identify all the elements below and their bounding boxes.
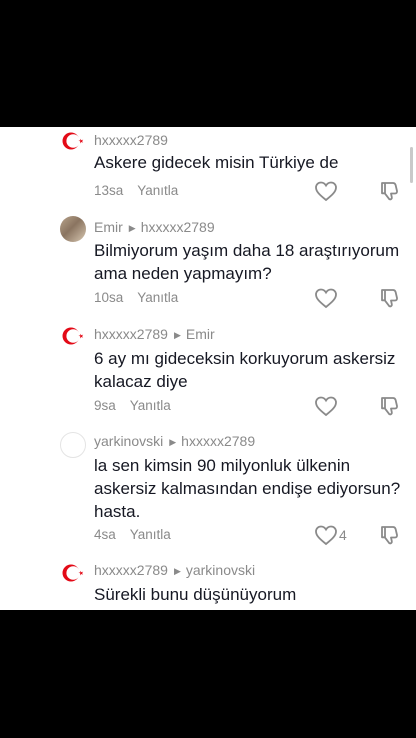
heart-icon[interactable] — [314, 180, 338, 202]
scrollbar[interactable] — [410, 147, 413, 183]
timestamp: 4sa — [94, 527, 116, 542]
timestamp: 9sa — [94, 398, 116, 413]
reply-to-username[interactable]: yarkinovski — [186, 562, 255, 578]
turkish-flag-avatar-icon — [62, 327, 84, 345]
turkish-flag-avatar-icon — [62, 564, 84, 582]
reply-to-username[interactable]: Emir — [186, 326, 215, 342]
dislike-icon[interactable] — [378, 287, 400, 309]
like-count: 4 — [339, 527, 347, 543]
comment-footer: 10sa Yanıtla — [94, 290, 178, 305]
reply-button[interactable]: Yanıtla — [137, 290, 178, 305]
reply-button[interactable]: Yanıtla — [130, 398, 171, 413]
dislike-icon[interactable] — [378, 395, 400, 417]
comment-text: Askere gidecek misin Türkiye de — [94, 153, 339, 172]
comment-meta: hxxxxx2789 ▶ yarkinovski — [94, 562, 255, 578]
turkish-flag-avatar-icon — [62, 132, 84, 150]
comment-footer: 9sa Yanıtla — [94, 398, 171, 413]
comment-footer: 4sa Yanıtla — [94, 527, 171, 542]
avatar[interactable] — [60, 128, 86, 154]
username[interactable]: yarkinovski — [94, 433, 163, 449]
heart-icon[interactable] — [314, 287, 338, 309]
comment-text: Sürekli bunu düşünüyorum — [94, 585, 297, 604]
comment-text: Bilmiyorum yaşım daha 18 araştırıyorum a… — [94, 241, 400, 283]
reply-to-username[interactable]: hxxxxx2789 — [141, 219, 215, 235]
heart-icon[interactable] — [314, 395, 338, 417]
reply-to-username[interactable]: hxxxxx2789 — [181, 433, 255, 449]
reply-button[interactable]: Yanıtla — [130, 527, 171, 542]
avatar[interactable] — [60, 216, 86, 242]
comment-meta: Emir ▶ hxxxxx2789 — [94, 219, 215, 235]
avatar[interactable] — [60, 432, 86, 458]
username[interactable]: hxxxxx2789 — [94, 326, 168, 342]
comment-footer: 13sa Yanıtla — [94, 183, 178, 198]
comment-text: 6 ay mı gideceksin korkuyorum askersiz k… — [94, 349, 396, 391]
dislike-icon[interactable] — [378, 180, 400, 202]
username[interactable]: Emir — [94, 219, 123, 235]
username[interactable]: hxxxxx2789 — [94, 132, 168, 148]
comment-text: la sen kimsin 90 milyonluk ülkenin asker… — [94, 456, 401, 521]
timestamp: 13sa — [94, 183, 124, 198]
comments-panel: hxxxxx2789 Askere gidecek misin Türkiye … — [0, 127, 416, 610]
avatar[interactable] — [60, 323, 86, 349]
timestamp: 10sa — [94, 290, 124, 305]
reply-button[interactable]: Yanıtla — [137, 183, 178, 198]
dislike-icon[interactable] — [378, 524, 400, 546]
comment-meta: hxxxxx2789 — [94, 132, 168, 148]
comment-meta: yarkinovski ▶ hxxxxx2789 — [94, 433, 255, 449]
username[interactable]: hxxxxx2789 — [94, 562, 168, 578]
reply-arrow-icon: ▶ — [173, 330, 181, 340]
reply-arrow-icon: ▶ — [169, 437, 177, 447]
avatar[interactable] — [60, 560, 86, 586]
comment-meta: hxxxxx2789 ▶ Emir — [94, 326, 215, 342]
reply-arrow-icon: ▶ — [128, 223, 136, 233]
reply-arrow-icon: ▶ — [173, 566, 181, 576]
heart-icon[interactable] — [314, 524, 338, 546]
